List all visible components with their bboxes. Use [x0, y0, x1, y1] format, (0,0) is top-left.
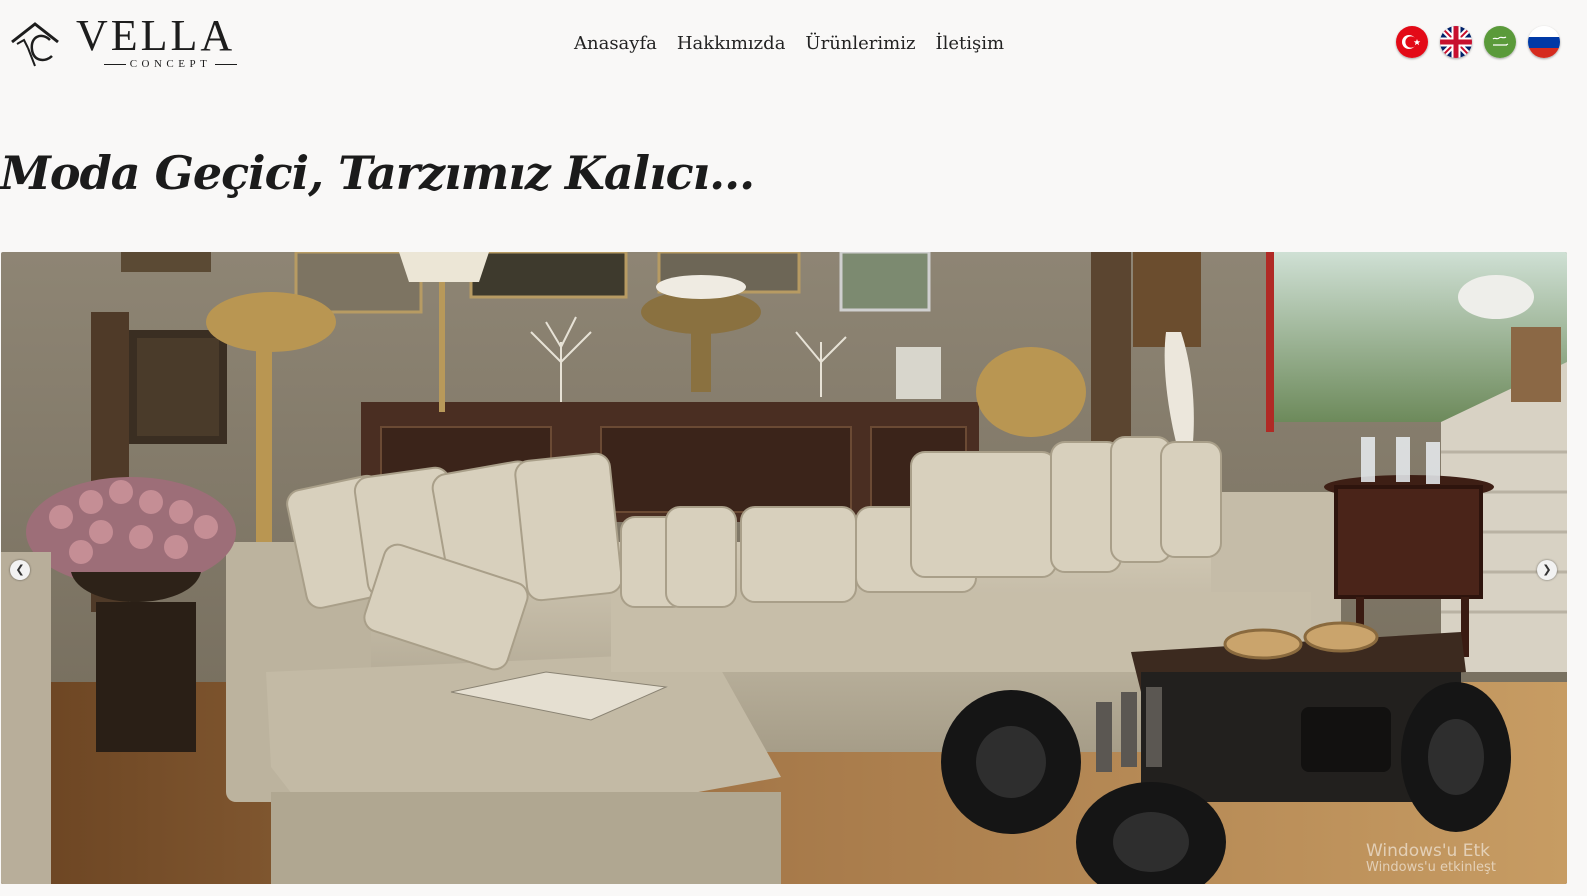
russia-flag-icon[interactable]: [1528, 26, 1560, 58]
logo-mark-icon: [11, 22, 59, 67]
watermark-line-2: Windows'u etkinleşt: [1366, 859, 1496, 875]
saudi-flag-icon[interactable]: [1484, 26, 1516, 58]
windows-activation-watermark: Windows'u Etk Windows'u etkinleşt: [1366, 842, 1496, 875]
slider-prev-button[interactable]: ❮: [10, 560, 30, 580]
slider-next-button[interactable]: ❯: [1537, 560, 1557, 580]
watermark-line-1: Windows'u Etk: [1366, 841, 1490, 861]
chevron-left-icon: ❮: [15, 563, 25, 576]
nav-item-hakkimizda[interactable]: Hakkımızda: [677, 30, 786, 58]
nav-item-iletisim[interactable]: İletişim: [935, 30, 1004, 58]
vella-logo[interactable]: VELLA CONCEPT: [8, 14, 258, 76]
hero-tagline: Moda Geçici, Tarzımız Kalıcı...: [0, 146, 755, 200]
logo-subtitle: CONCEPT: [88, 58, 253, 70]
hero-slider[interactable]: [1, 252, 1567, 884]
site-header: VELLA CONCEPT Anasayfa Hakkımızda Ürünle…: [0, 0, 1587, 92]
nav-item-anasayfa[interactable]: Anasayfa: [574, 30, 657, 58]
chevron-right-icon: ❯: [1542, 563, 1552, 576]
language-switcher: [1396, 26, 1560, 58]
nav-item-urunlerimiz[interactable]: Ürünlerimiz: [805, 30, 915, 58]
hero-image: [1, 252, 1567, 884]
uk-flag-icon[interactable]: [1440, 26, 1472, 58]
logo-wordmark: VELLA: [76, 11, 236, 60]
main-nav: Anasayfa Hakkımızda Ürünlerimiz İletişim: [574, 30, 1004, 58]
turkey-flag-icon[interactable]: [1396, 26, 1428, 58]
